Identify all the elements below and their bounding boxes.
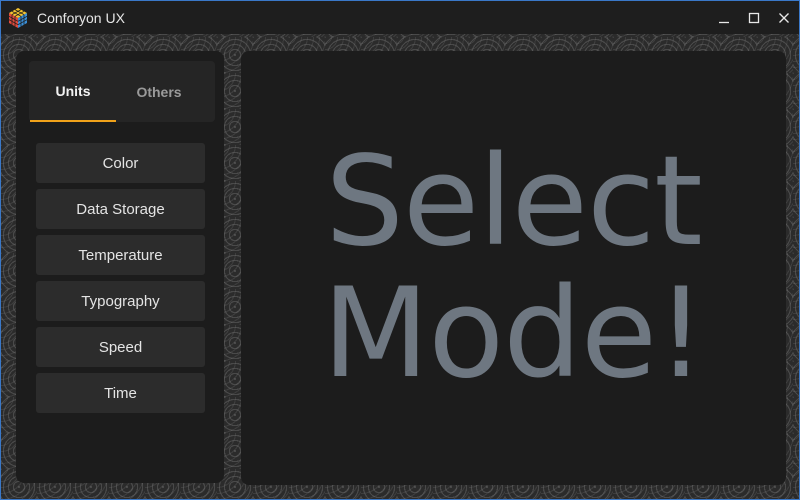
app-title: Conforyon UX [37,9,125,26]
mode-button-temperature[interactable]: Temperature [36,235,205,275]
maximize-icon [748,12,760,23]
mode-button-data-storage[interactable]: Data Storage [36,189,205,229]
placeholder-text-line-1: Select [325,130,703,274]
minimize-button[interactable] [709,1,739,34]
mode-button-color[interactable]: Color [36,143,205,183]
mode-button-speed[interactable]: Speed [36,327,205,367]
main-panel: Select Mode! [241,51,786,485]
tab-others[interactable]: Others [116,61,202,122]
mode-button-typography[interactable]: Typography [36,281,205,321]
close-button[interactable] [769,1,799,34]
close-icon [779,12,789,23]
tab-bar: Units Others [29,61,215,122]
rubiks-cube-icon [8,7,28,28]
minimize-icon [719,21,729,23]
mode-button-time[interactable]: Time [36,373,205,413]
maximize-button[interactable] [739,1,769,34]
window-controls [709,1,799,34]
mode-list: Color Data Storage Temperature Typograph… [36,143,205,419]
tab-units[interactable]: Units [30,61,116,122]
placeholder-text-line-2: Mode! [322,262,706,406]
app-window: Conforyon UX Units Others Color Data Sto… [0,0,800,500]
title-bar[interactable]: Conforyon UX [1,1,799,34]
sidebar: Units Others Color Data Storage Temperat… [16,51,224,483]
